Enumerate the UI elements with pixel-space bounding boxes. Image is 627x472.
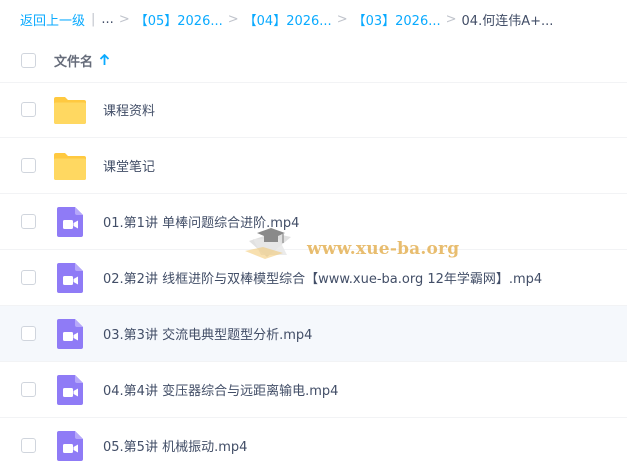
file-browser: 返回上一级 | ... > 【05】2026... > 【04】2026... … [0,0,627,472]
file-row-video[interactable]: 03.第3讲 交流电典型题型分析.mp4 [0,306,627,362]
file-list: 课程资料 课堂笔记 01.第1讲 单棒问题综合进阶.mp4 02.第2讲 线框进… [0,82,627,472]
file-name[interactable]: 04.第4讲 变压器综合与远距离输电.mp4 [103,380,338,399]
breadcrumb-item-03[interactable]: 【03】2026... [353,10,441,29]
folder-icon [54,153,86,180]
breadcrumb-current: 04.何连伟A+... [461,13,554,29]
video-icon [57,207,83,237]
file-name[interactable]: 05.第5讲 机械振动.mp4 [103,436,247,455]
row-checkbox[interactable] [21,158,36,173]
file-name[interactable]: 课程资料 [103,100,155,119]
file-name[interactable]: 课堂笔记 [103,156,155,175]
chevron-right-icon: > [336,11,348,27]
breadcrumb-item-04[interactable]: 【04】2026... [244,10,332,29]
arrow-up-icon [99,54,110,66]
breadcrumb: 返回上一级 | ... > 【05】2026... > 【04】2026... … [20,0,553,38]
file-row-video[interactable]: 02.第2讲 线框进阶与双棒模型综合【www.xue-ba.org 12年学霸网… [0,250,627,306]
list-header: 文件名 [0,38,627,83]
breadcrumb-ellipsis[interactable]: ... [101,12,113,27]
video-icon [57,431,83,461]
file-name[interactable]: 02.第2讲 线框进阶与双棒模型综合【www.xue-ba.org 12年学霸网… [103,268,542,287]
file-row-folder[interactable]: 课堂笔记 [0,138,627,194]
row-checkbox[interactable] [21,102,36,117]
chevron-right-icon: > [227,11,239,27]
row-checkbox[interactable] [21,382,36,397]
file-name[interactable]: 01.第1讲 单棒问题综合进阶.mp4 [103,212,299,231]
row-checkbox[interactable] [21,326,36,341]
file-row-video[interactable]: 01.第1讲 单棒问题综合进阶.mp4 [0,194,627,250]
select-all-checkbox[interactable] [21,52,36,68]
file-row-folder[interactable]: 课程资料 [0,82,627,138]
breadcrumb-separator: | [91,11,96,27]
video-icon [57,375,83,405]
video-icon [57,319,83,349]
file-name[interactable]: 03.第3讲 交流电典型题型分析.mp4 [103,324,312,343]
back-link[interactable]: 返回上一级 [20,10,85,29]
row-checkbox[interactable] [21,214,36,229]
chevron-right-icon: > [445,11,457,27]
video-icon [57,263,83,293]
folder-icon [54,97,86,124]
chevron-right-icon: > [118,11,130,27]
file-row-video[interactable]: 05.第5讲 机械振动.mp4 [0,418,627,472]
column-header-filename: 文件名 [54,54,94,70]
file-row-video[interactable]: 04.第4讲 变压器综合与远距离输电.mp4 [0,362,627,418]
row-checkbox[interactable] [21,270,36,285]
sort-by-name[interactable]: 文件名 [54,51,110,70]
row-checkbox[interactable] [21,438,36,453]
breadcrumb-item-05[interactable]: 【05】2026... [135,10,223,29]
